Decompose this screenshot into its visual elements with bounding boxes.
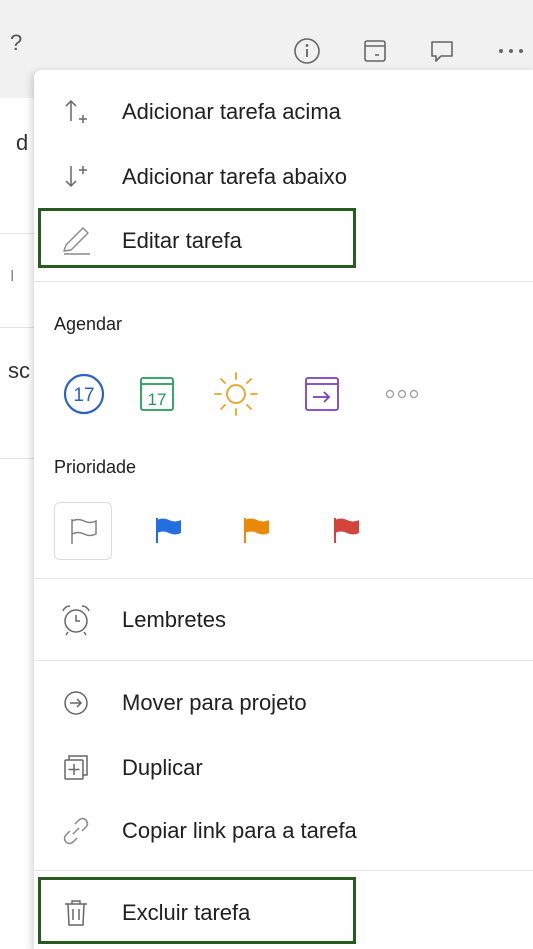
add-task-below-label: Adicionar tarefa abaixo [122, 164, 348, 189]
arrow-down-plus-icon [56, 157, 96, 197]
more-icon[interactable] [494, 34, 528, 68]
priority-red-button[interactable] [318, 502, 374, 558]
edit-task-label: Editar tarefa [122, 228, 242, 253]
background-text-fragment: I [10, 268, 15, 285]
duplicate-item[interactable]: Duplicar [34, 740, 533, 796]
priority-orange-flag-icon [244, 518, 269, 543]
tomorrow-day-number: 17 [148, 390, 167, 409]
more-options-icon [385, 389, 419, 399]
move-arrow-circle-icon [56, 683, 96, 723]
add-task-above-label: Adicionar tarefa acima [122, 99, 341, 124]
schedule-tomorrow-button[interactable]: 17 [130, 366, 186, 422]
delete-task-label: Excluir tarefa [122, 900, 251, 925]
priority-blue-flag-icon [156, 518, 181, 543]
copy-link-label: Copiar link para a tarefa [122, 818, 357, 843]
alarm-clock-icon [56, 600, 96, 640]
priority-red-flag-icon [334, 518, 359, 543]
priority-none-button[interactable] [54, 502, 112, 560]
weekend-sun-icon [214, 372, 258, 416]
schedule-weekend-button[interactable] [208, 366, 264, 422]
menu-divider [34, 578, 533, 579]
task-title-fragment: ? [10, 30, 23, 55]
delete-task-item[interactable]: Excluir tarefa [34, 885, 533, 941]
duplicate-label: Duplicar [122, 755, 203, 780]
menu-divider [34, 660, 533, 661]
task-context-menu: Adicionar tarefa acima Adicionar tarefa … [34, 70, 533, 949]
arrow-up-plus-icon [56, 92, 96, 132]
pencil-icon [56, 221, 96, 261]
copy-link-item[interactable]: Copiar link para a tarefa [34, 803, 533, 859]
priority-section-label: Prioridade [54, 457, 137, 477]
today-day-number: 17 [73, 385, 94, 406]
schedule-more-button[interactable] [374, 366, 430, 422]
duplicate-icon [56, 748, 96, 788]
comment-icon[interactable] [425, 34, 459, 68]
reminders-label: Lembretes [122, 607, 226, 632]
screen: ? d I sc Adicionar tarefa acima Adiciona… [0, 0, 533, 949]
priority-blue-button[interactable] [140, 502, 196, 558]
schedule-next-week-button[interactable] [294, 366, 350, 422]
tomorrow-calendar-icon: 17 [140, 377, 174, 411]
link-icon [56, 811, 96, 851]
sidebar-panel-icon[interactable] [358, 34, 392, 68]
add-task-above-item[interactable]: Adicionar tarefa acima [34, 84, 533, 140]
reminders-item[interactable]: Lembretes [34, 592, 533, 648]
today-icon: 17 [63, 373, 105, 415]
schedule-section-label: Agendar [54, 314, 123, 334]
background-text-fragment: d [16, 130, 29, 155]
priority-orange-button[interactable] [228, 502, 284, 558]
background-text-fragment: sc [8, 358, 30, 383]
edit-task-item[interactable]: Editar tarefa [34, 213, 533, 269]
priority-none-icon [71, 518, 97, 544]
info-icon[interactable] [290, 34, 324, 68]
menu-divider [34, 281, 533, 282]
next-week-icon [305, 377, 339, 411]
move-to-project-label: Mover para projeto [122, 690, 307, 715]
add-task-below-item[interactable]: Adicionar tarefa abaixo [34, 149, 533, 205]
trash-icon [56, 893, 96, 933]
move-to-project-item[interactable]: Mover para projeto [34, 675, 533, 731]
menu-divider [34, 870, 533, 871]
schedule-today-button[interactable]: 17 [56, 366, 112, 422]
